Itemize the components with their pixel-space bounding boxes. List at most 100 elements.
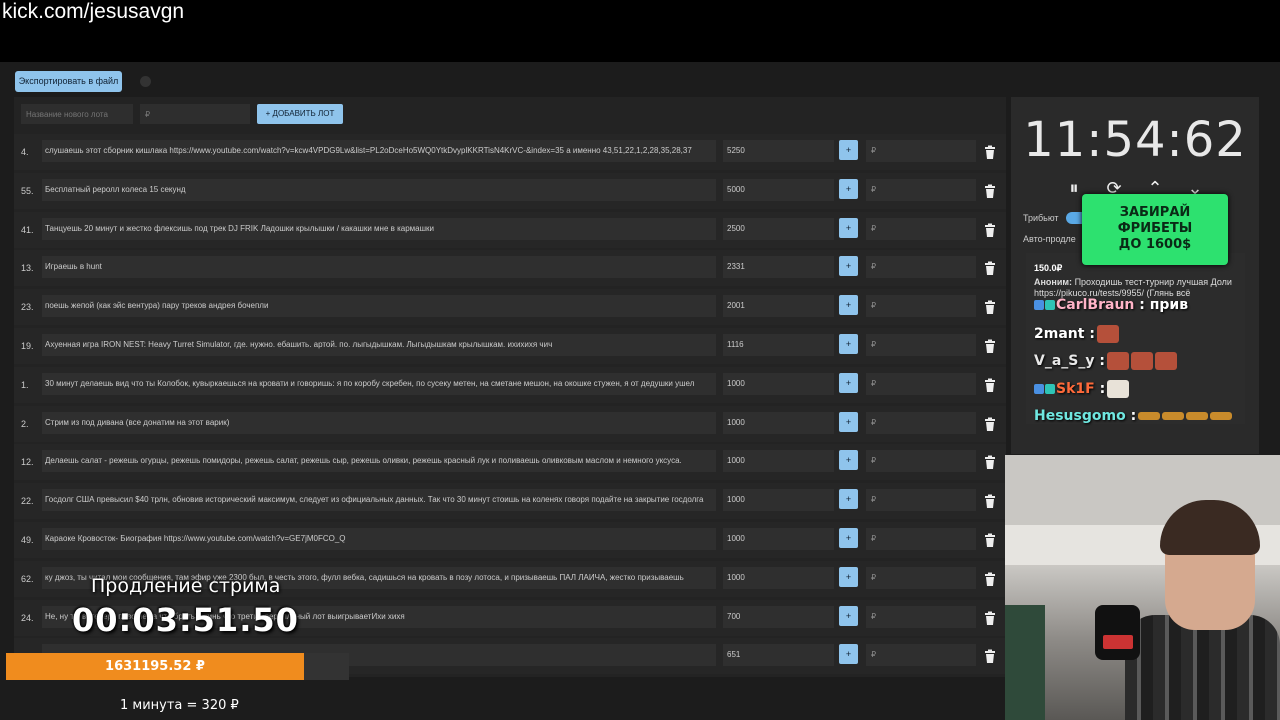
lot-add-amount-button[interactable]: + — [839, 450, 858, 471]
lot-amount-field[interactable]: 1000 — [723, 489, 834, 512]
webcam-plant — [1005, 605, 1045, 720]
lot-extra-input[interactable]: ₽ — [866, 411, 976, 434]
lot-add-amount-button[interactable]: + — [839, 489, 858, 510]
lot-add-amount-button[interactable]: + — [839, 334, 858, 354]
lot-title-field[interactable]: слушаешь этот сборник кишлака https://ww… — [42, 140, 716, 162]
lot-extra-input[interactable]: ₽ — [866, 140, 976, 162]
lot-amount-field[interactable]: 1000 — [723, 528, 834, 550]
lot-amount-field[interactable]: 1000 — [723, 566, 834, 589]
stream-frame: kick.com/jesusavgn Экспортировать в файл… — [0, 0, 1280, 720]
lot-extra-input[interactable]: ₽ — [866, 566, 976, 589]
badge-icon — [1034, 384, 1044, 394]
delete-icon[interactable] — [983, 184, 997, 198]
lot-add-amount-button[interactable]: + — [839, 605, 858, 626]
lot-extra-input[interactable]: ₽ — [866, 372, 976, 395]
auto-extend-label: Авто-продле — [1023, 234, 1076, 244]
badge-icon — [1034, 300, 1044, 310]
chat-username[interactable]: 2mant — [1034, 326, 1084, 342]
lot-title-field[interactable]: Делаешь салат - режешь огурцы, режешь по… — [42, 450, 716, 473]
lot-extra-input[interactable]: ₽ — [866, 256, 976, 279]
lot-add-amount-button[interactable]: + — [839, 178, 858, 199]
lot-add-amount-button[interactable]: + — [839, 372, 858, 393]
lot-title-field[interactable]: Ахуенная игра IRON NEST: Heavy Turret Si… — [42, 334, 716, 356]
lot-extra-input[interactable]: ₽ — [866, 295, 976, 318]
lot-title-field[interactable]: Стрим из под дивана (все донатим на этот… — [42, 411, 716, 434]
lot-number: 23. — [21, 302, 34, 313]
delete-icon[interactable] — [983, 300, 997, 315]
lot-amount-field[interactable]: 1116 — [723, 334, 834, 356]
lot-number: 1. — [21, 379, 29, 390]
lot-amount-field[interactable]: 700 — [723, 605, 834, 628]
lot-extra-input[interactable]: ₽ — [866, 644, 976, 667]
extension-label: Продление стрима — [91, 575, 281, 597]
lot-extra-input[interactable]: ₽ — [866, 605, 976, 628]
delete-icon[interactable] — [983, 455, 997, 470]
chat-username[interactable]: CarlBraun — [1056, 297, 1134, 313]
emote-icon — [1138, 412, 1161, 420]
new-lot-price-input[interactable] — [140, 104, 250, 124]
delete-icon[interactable] — [983, 261, 997, 276]
lot-title-field[interactable]: Караоке Кровосток- Биография https://www… — [42, 528, 716, 550]
lot-row: 49. Караоке Кровосток- Биография https://… — [14, 522, 1006, 558]
chat-username[interactable]: V_a_S_y — [1034, 353, 1095, 369]
lot-title-field[interactable]: Бесплатный реролл колеса 15 секунд — [42, 178, 716, 201]
lot-amount-field[interactable]: 2331 — [723, 256, 834, 279]
pause-icon[interactable]: ⏸ — [1064, 178, 1084, 198]
delete-icon[interactable] — [983, 223, 997, 237]
lot-title-field[interactable]: 30 минут делаешь вид что ты Колобок, кув… — [42, 372, 716, 395]
webcam-feed — [1005, 455, 1280, 720]
lot-amount-field[interactable]: 651 — [723, 644, 834, 667]
lot-amount-field[interactable]: 2001 — [723, 295, 834, 318]
chat-username[interactable]: Sk1F — [1056, 381, 1095, 397]
chat-text: : — [1099, 353, 1105, 369]
lot-add-amount-button[interactable]: + — [839, 140, 858, 160]
delete-icon[interactable] — [983, 378, 997, 392]
lot-extra-input[interactable]: ₽ — [866, 217, 976, 240]
lot-extra-input[interactable]: ₽ — [866, 528, 976, 550]
new-lot-name-input[interactable] — [21, 104, 133, 124]
lot-amount-field[interactable]: 5250 — [723, 140, 834, 162]
delete-icon[interactable] — [983, 339, 997, 353]
lot-amount-field[interactable]: 1000 — [723, 450, 834, 473]
lot-add-amount-button[interactable]: + — [839, 566, 858, 587]
lot-row: 41. Танцуешь 20 минут и жестко флексишь п… — [14, 211, 1006, 248]
chat-message: V_a_S_y : — [1034, 352, 1177, 370]
export-button[interactable]: Экспортировать в файл — [15, 71, 122, 92]
add-lot-button[interactable]: + ДОБАВИТЬ ЛОТ — [257, 104, 343, 124]
lot-title-field[interactable]: Играешь в hunt — [42, 256, 716, 279]
promo-banner[interactable]: ЗАБИРАЙ ФРИБЕТЫ ДО 1600$ — [1082, 194, 1228, 265]
delete-icon[interactable] — [983, 533, 997, 547]
lot-number: 55. — [21, 185, 34, 196]
lot-amount-field[interactable]: 1000 — [723, 372, 834, 395]
lot-number: 24. — [21, 612, 34, 623]
lot-amount-field[interactable]: 2500 — [723, 217, 834, 240]
lot-row: 2. Стрим из под дивана (все донатим на эт… — [14, 405, 1006, 442]
promo-line-2: ФРИБЕТЫ — [1117, 221, 1193, 236]
lot-amount-field[interactable]: 1000 — [723, 411, 834, 434]
lot-add-amount-button[interactable]: + — [839, 256, 858, 277]
lot-add-amount-button[interactable]: + — [839, 411, 858, 432]
lot-title-field[interactable]: поешь жепой (как эйс вентура) пару треко… — [42, 295, 716, 318]
emote-icon — [1096, 325, 1119, 343]
delete-icon[interactable] — [983, 572, 997, 586]
lot-add-amount-button[interactable]: + — [839, 295, 858, 316]
lot-extra-input[interactable]: ₽ — [866, 334, 976, 356]
lot-add-amount-button[interactable]: + — [839, 644, 858, 665]
lot-extra-input[interactable]: ₽ — [866, 489, 976, 512]
lot-title-field[interactable]: Танцуешь 20 минут и жестко флексишь под … — [42, 217, 716, 240]
delete-icon[interactable] — [983, 611, 997, 625]
lot-add-amount-button[interactable]: + — [839, 217, 858, 238]
lot-amount-field[interactable]: 5000 — [723, 178, 834, 201]
lot-extra-input[interactable]: ₽ — [866, 450, 976, 473]
lot-row: 4. слушаешь этот сборник кишлака https://… — [14, 134, 1006, 170]
delete-icon[interactable] — [983, 494, 997, 509]
lot-extra-input[interactable]: ₽ — [866, 178, 976, 201]
lot-add-amount-button[interactable]: + — [839, 528, 858, 548]
lot-title-field[interactable]: Госдолг США превысил $40 трлн, обновив и… — [42, 489, 716, 512]
webcam-streamer-body — [1125, 615, 1280, 720]
chat-message: CarlBraun : прив — [1034, 297, 1188, 313]
chat-username[interactable]: Hesusgomo — [1034, 408, 1126, 424]
delete-icon[interactable] — [983, 417, 997, 431]
delete-icon[interactable] — [983, 145, 997, 159]
delete-icon[interactable] — [983, 649, 997, 664]
